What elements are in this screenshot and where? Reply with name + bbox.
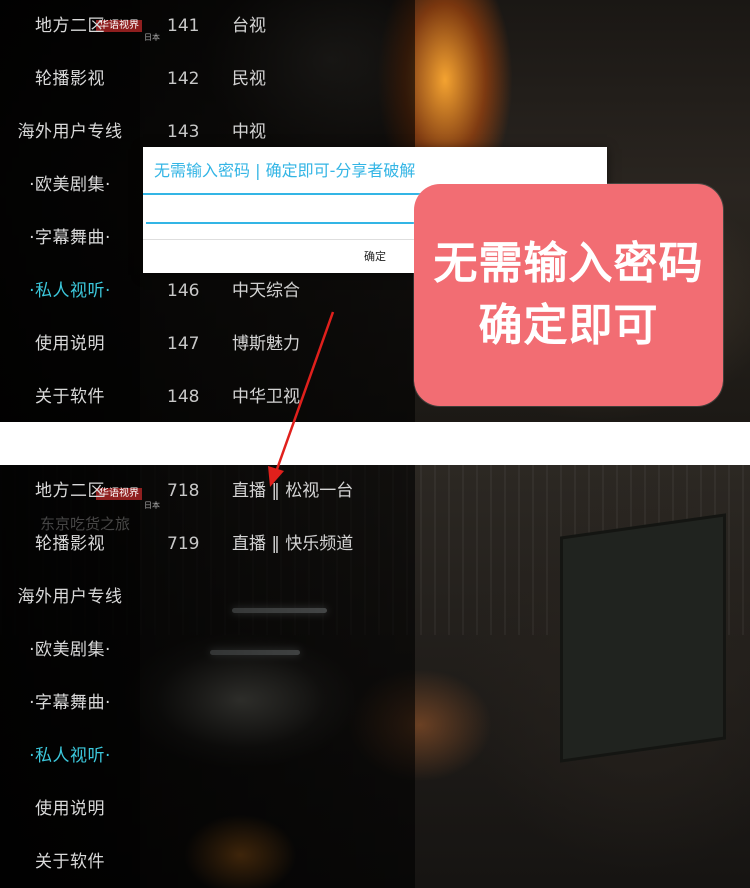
channel-number[interactable]: 143 [167,120,201,144]
channel-number[interactable]: 141 [167,14,201,38]
channel-name[interactable]: 中视 [232,120,266,144]
menu-item-private[interactable]: ·私人视听· [0,279,140,303]
menu-item-difang[interactable]: 地方二区 [0,479,140,503]
channel-number[interactable]: 718 [167,479,201,503]
dialog-title: 无需输入密码 | 确定即可-分享者破解 [154,161,416,180]
program-caption: 东京吃货之旅 [40,515,131,533]
callout-line: 无需输入密码 [433,238,704,289]
channel-name[interactable]: 直播 ‖ 快乐频道 [232,532,353,556]
channel-number[interactable]: 142 [167,67,201,91]
blackboard [560,513,726,763]
channel-name[interactable]: 博斯魅力 [232,332,300,356]
menu-item-help[interactable]: 使用说明 [0,797,140,821]
menu-item-overseas[interactable]: 海外用户专线 [0,120,140,144]
sidebar-panel [0,0,140,422]
menu-item-drama[interactable]: ·欧美剧集· [0,173,140,197]
channel-name[interactable]: 中天综合 [232,279,300,303]
menu-item-lunbo[interactable]: 轮播影视 [0,532,140,556]
channel-name[interactable]: 台视 [232,14,266,38]
channel-number[interactable]: 146 [167,279,201,303]
callout-line: 确定即可 [478,300,659,351]
menu-item-drama[interactable]: ·欧美剧集· [0,638,140,662]
menu-item-help[interactable]: 使用说明 [0,332,140,356]
channel-name[interactable]: 民视 [232,67,266,91]
channel-number[interactable]: 719 [167,532,201,556]
menu-item-lunbo[interactable]: 轮播影视 [0,67,140,91]
bottom-screen: 华语视界 日本 东京吃货之旅 地方二区 轮播影视 海外用户专线 ·欧美剧集· ·… [0,465,750,888]
menu-item-about[interactable]: 关于软件 [0,850,140,874]
menu-item-difang[interactable]: 地方二区 [0,14,140,38]
menu-item-private[interactable]: ·私人视听· [0,744,140,768]
channel-number[interactable]: 147 [167,332,201,356]
menu-item-subtitle[interactable]: ·字幕舞曲· [0,691,140,715]
menu-item-overseas[interactable]: 海外用户专线 [0,585,140,609]
channel-name[interactable]: 直播 ‖ 松视一台 [232,479,353,503]
channel-number[interactable]: 148 [167,385,201,409]
menu-item-about[interactable]: 关于软件 [0,385,140,409]
channel-name[interactable]: 中华卫视 [232,385,300,409]
annotation-callout: 无需输入密码 确定即可 [414,184,723,406]
menu-item-subtitle[interactable]: ·字幕舞曲· [0,226,140,250]
